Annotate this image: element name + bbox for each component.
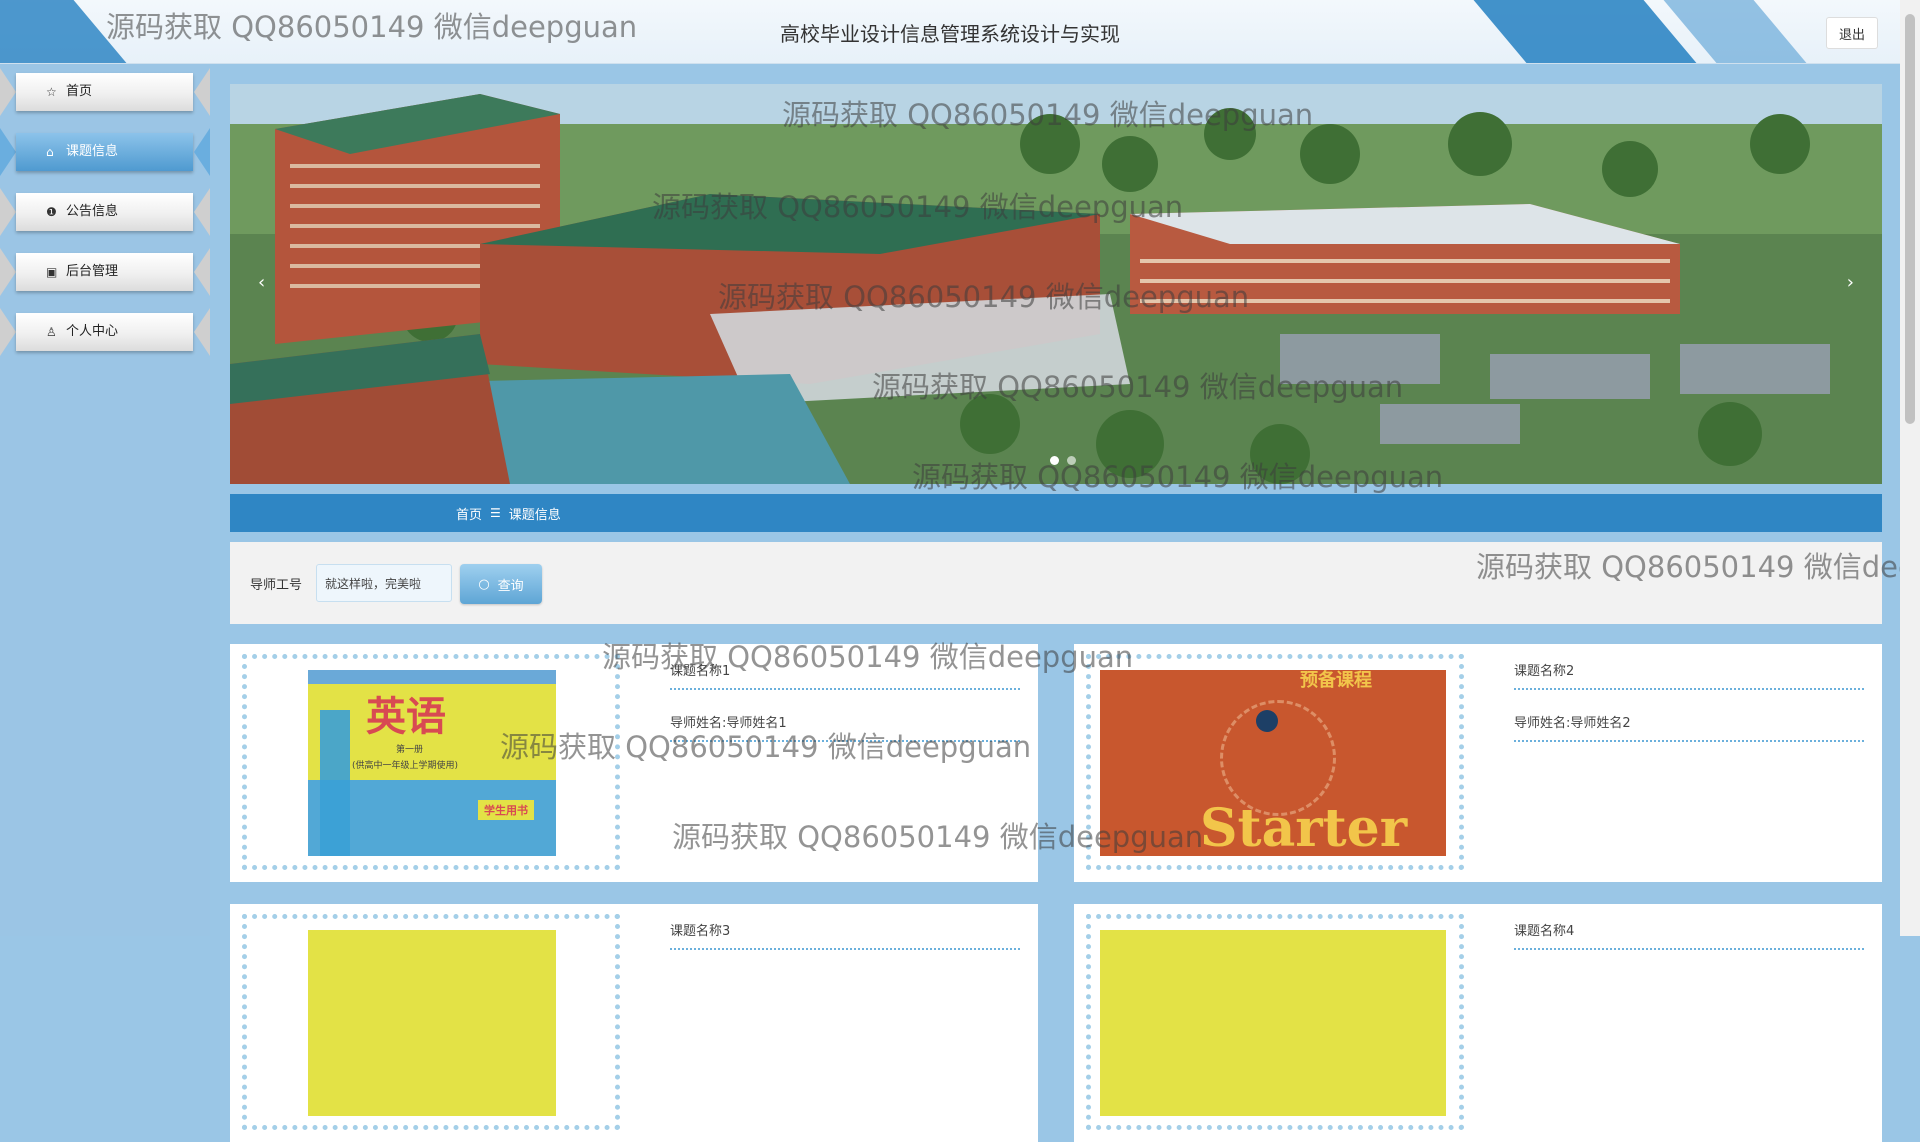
campus-banner-carousel[interactable]: ‹ › bbox=[230, 84, 1882, 484]
user-icon: ♙ bbox=[46, 325, 57, 339]
carousel-dot[interactable] bbox=[1067, 456, 1076, 465]
carousel-indicators bbox=[1050, 456, 1076, 465]
search-button[interactable]: ○ 查询 bbox=[460, 564, 542, 604]
topic-name: 课题名称4 bbox=[1514, 916, 1864, 950]
logout-button[interactable]: 退出 bbox=[1826, 17, 1878, 49]
english-textbook-cover[interactable]: 英语 第一册 (供高中一年级上学期使用) 学生用书 bbox=[308, 670, 556, 856]
yellow-textbook-cover[interactable] bbox=[1100, 930, 1446, 1116]
starter-textbook-cover[interactable]: 预备课程 Starter bbox=[1100, 670, 1446, 856]
teacher-name: 导师姓名:导师姓名2 bbox=[1514, 708, 1864, 742]
chevron-left-icon[interactable]: ‹ bbox=[258, 272, 265, 293]
top-header: 高校毕业设计信息管理系统设计与实现 退出 bbox=[0, 0, 1900, 64]
sidebar-item-home[interactable]: ☆ 首页 bbox=[0, 68, 210, 116]
topic-name: 课题名称3 bbox=[670, 916, 1020, 950]
chevron-right-icon[interactable]: › bbox=[1847, 272, 1854, 293]
star-icon: ☆ bbox=[46, 85, 57, 99]
topic-card[interactable]: 预备课程 Starter 课题名称2 导师姓名:导师姓名2 bbox=[1074, 644, 1882, 882]
bag-icon: ⌂ bbox=[46, 145, 54, 159]
carousel-dot[interactable] bbox=[1050, 456, 1059, 465]
sidebar-item-notices[interactable]: ❶ 公告信息 bbox=[0, 188, 210, 236]
search-label: 导师工号 bbox=[250, 578, 303, 593]
search-icon: ○ bbox=[478, 576, 490, 592]
yellow-textbook-cover[interactable] bbox=[308, 930, 556, 1116]
breadcrumb-home-link[interactable]: 首页 bbox=[456, 504, 482, 523]
teacher-id-input[interactable] bbox=[316, 564, 452, 602]
breadcrumb-current: 课题信息 bbox=[508, 507, 561, 523]
sidebar-item-label: 首页 bbox=[66, 84, 93, 99]
topic-name: 课题名称1 bbox=[670, 656, 1020, 690]
sidebar: ☆ 首页 ⌂ 课题信息 ❶ 公告信息 ▣ 后台管理 ♙ 个人中心 bbox=[0, 64, 210, 936]
topic-card[interactable]: 课题名称4 bbox=[1074, 904, 1882, 1142]
scrollbar-thumb[interactable] bbox=[1905, 14, 1915, 424]
topic-name: 课题名称2 bbox=[1514, 656, 1864, 690]
sidebar-item-label: 后台管理 bbox=[66, 264, 119, 279]
campus-aerial-image bbox=[230, 84, 1882, 484]
page-scrollbar[interactable] bbox=[1900, 0, 1920, 936]
box-icon: ▣ bbox=[46, 265, 58, 279]
topic-card[interactable]: 英语 第一册 (供高中一年级上学期使用) 学生用书 课题名称1 导师姓名:导师姓… bbox=[230, 644, 1038, 882]
sidebar-item-label: 课题信息 bbox=[66, 144, 119, 159]
sidebar-item-admin[interactable]: ▣ 后台管理 bbox=[0, 248, 210, 296]
search-panel: 导师工号 ○ 查询 bbox=[230, 542, 1882, 624]
search-button-label: 查询 bbox=[497, 578, 524, 594]
menu-icon: ☰ bbox=[490, 506, 501, 520]
sidebar-item-profile[interactable]: ♙ 个人中心 bbox=[0, 308, 210, 356]
sidebar-item-label: 公告信息 bbox=[66, 204, 119, 219]
teacher-name: 导师姓名:导师姓名1 bbox=[670, 708, 1020, 742]
topic-card[interactable]: 课题名称3 bbox=[230, 904, 1038, 1142]
breadcrumb: 首页 ☰ 课题信息 bbox=[230, 494, 1882, 532]
sidebar-item-label: 个人中心 bbox=[66, 324, 119, 339]
alert-icon: ❶ bbox=[46, 205, 57, 219]
sidebar-item-topics[interactable]: ⌂ 课题信息 bbox=[0, 128, 210, 176]
site-title: 高校毕业设计信息管理系统设计与实现 bbox=[780, 22, 1120, 46]
